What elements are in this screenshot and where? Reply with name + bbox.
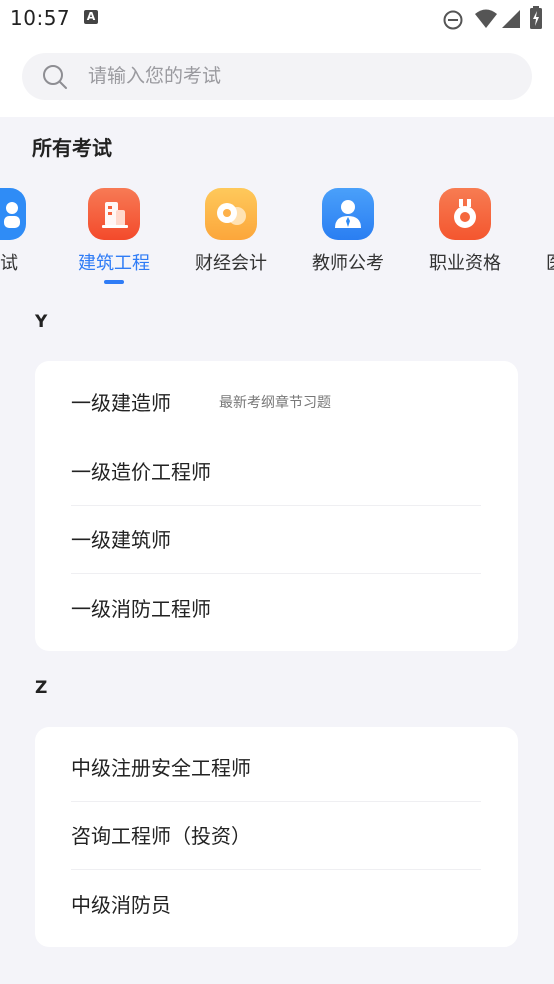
category-tab-partial-right[interactable]: 医 bbox=[527, 187, 554, 287]
search-input[interactable]: 请输入您的考试 bbox=[88, 53, 221, 100]
list-item[interactable]: 一级建筑师 bbox=[71, 506, 481, 574]
list-item[interactable]: 一级消防工程师 bbox=[71, 575, 481, 643]
teacher-icon bbox=[322, 188, 374, 240]
list-item[interactable]: 中级消防员 bbox=[71, 871, 481, 939]
list-item[interactable]: 中级注册安全工程师 bbox=[71, 734, 481, 802]
list-item[interactable]: 一级造价工程师 bbox=[71, 438, 481, 506]
header-area: 10:57 A 请输入您的考试 bbox=[0, 0, 554, 117]
battery-charging-icon bbox=[530, 6, 542, 29]
list-item[interactable]: 咨询工程师（投资） bbox=[71, 802, 481, 870]
exam-tag: 最新考纲章节习题 bbox=[219, 395, 331, 411]
medal-icon bbox=[439, 188, 491, 240]
category-tabs: 考试 建筑工程 财经会计 bbox=[0, 187, 554, 287]
category-tab-qualification[interactable]: 职业资格 bbox=[410, 187, 520, 287]
category-label: 教师公考 bbox=[312, 253, 384, 274]
do-not-disturb-icon bbox=[443, 10, 463, 30]
exam-name: 一级建造师 bbox=[71, 391, 171, 415]
exam-group-card: 一级建造师 最新考纲章节习题 一级造价工程师 一级建筑师 一级消防工程师 bbox=[35, 361, 518, 651]
coins-icon bbox=[205, 188, 257, 240]
category-tab-teacher[interactable]: 教师公考 bbox=[293, 187, 403, 287]
exam-group-card: 中级注册安全工程师 咨询工程师（投资） 中级消防员 bbox=[35, 727, 518, 947]
search-icon[interactable] bbox=[42, 64, 68, 90]
a-notification-icon: A bbox=[84, 10, 98, 24]
partial-category-icon bbox=[0, 188, 26, 240]
exam-name: 中级消防员 bbox=[71, 893, 171, 917]
category-tab-construction[interactable]: 建筑工程 bbox=[59, 187, 169, 287]
status-bar: 10:57 A bbox=[0, 0, 554, 38]
exam-name: 一级建筑师 bbox=[71, 528, 171, 552]
status-time: 10:57 bbox=[10, 6, 71, 30]
exam-name: 咨询工程师（投资） bbox=[71, 824, 251, 848]
list-item[interactable]: 一级建造师 最新考纲章节习题 bbox=[71, 369, 481, 437]
active-tab-indicator bbox=[104, 280, 124, 284]
exam-name: 中级注册安全工程师 bbox=[71, 756, 251, 780]
category-tab-partial-left[interactable]: 考试 bbox=[0, 187, 55, 287]
group-letter: Z bbox=[35, 678, 48, 698]
group-letter: Y bbox=[35, 312, 48, 332]
category-label: 职业资格 bbox=[429, 253, 501, 274]
section-title: 所有考试 bbox=[32, 136, 112, 160]
category-label: 财经会计 bbox=[195, 253, 267, 274]
exam-name: 一级消防工程师 bbox=[71, 597, 211, 621]
building-icon bbox=[88, 188, 140, 240]
row-divider bbox=[71, 573, 481, 574]
wifi-icon bbox=[475, 9, 497, 28]
search-bar[interactable]: 请输入您的考试 bbox=[22, 53, 532, 100]
exam-name: 一级造价工程师 bbox=[71, 460, 211, 484]
category-label: 建筑工程 bbox=[78, 253, 150, 274]
category-label: 考试 bbox=[0, 253, 18, 274]
signal-icon bbox=[502, 10, 520, 28]
category-label: 医 bbox=[546, 249, 554, 275]
row-divider bbox=[71, 869, 481, 870]
category-tab-finance[interactable]: 财经会计 bbox=[176, 187, 286, 287]
